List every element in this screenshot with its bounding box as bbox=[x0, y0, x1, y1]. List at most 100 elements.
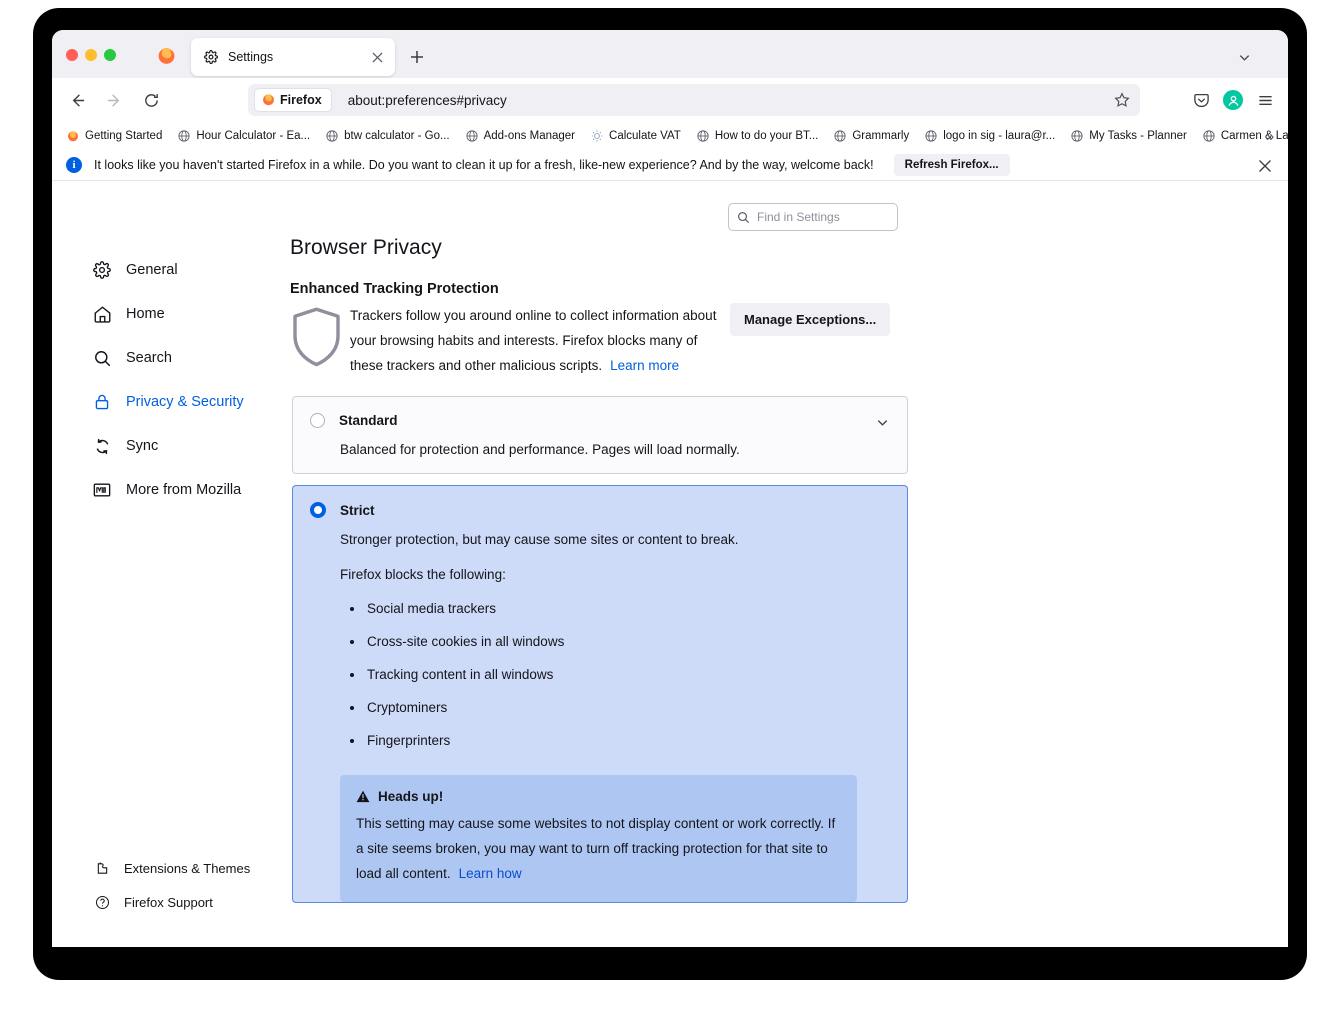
sidebar-item-firefox-support[interactable]: Firefox Support bbox=[52, 887, 290, 917]
browser-window: Settings bbox=[52, 30, 1288, 947]
firefox-icon bbox=[262, 93, 275, 108]
tab-strip: Settings bbox=[52, 30, 1288, 78]
reload-button[interactable] bbox=[136, 85, 166, 115]
learn-how-link[interactable]: Learn how bbox=[459, 866, 522, 881]
list-item-label: Fingerprinters bbox=[367, 733, 450, 748]
back-button[interactable] bbox=[62, 85, 92, 115]
globe-icon bbox=[177, 129, 191, 143]
sidebar-footer: Extensions & Themes Firefox Support bbox=[52, 853, 290, 921]
browser-tab-settings[interactable]: Settings bbox=[191, 38, 395, 76]
question-icon bbox=[94, 894, 111, 911]
heads-up-callout: Heads up! This setting may cause some we… bbox=[340, 775, 857, 902]
radio-standard[interactable] bbox=[310, 413, 325, 428]
learn-more-link[interactable]: Learn more bbox=[610, 358, 679, 373]
url-bar[interactable]: Firefox about:preferences#privacy bbox=[248, 84, 1140, 116]
bookmark-item[interactable]: How to do your BT... bbox=[692, 126, 823, 146]
globe-icon bbox=[1202, 129, 1216, 143]
bookmark-label: btw calculator - Go... bbox=[344, 130, 449, 142]
notification-message: It looks like you haven't started Firefo… bbox=[94, 158, 874, 172]
bookmark-item[interactable]: logo in sig - laura@r... bbox=[920, 126, 1059, 146]
gear-icon bbox=[203, 49, 219, 65]
settings-page: General Home Search bbox=[52, 181, 1288, 945]
search-input[interactable] bbox=[757, 210, 877, 224]
tracking-protection-options: Standard Balanced for protection and per… bbox=[292, 396, 908, 903]
bookmark-item[interactable]: Add-ons Manager bbox=[461, 126, 579, 146]
bookmark-label: My Tasks - Planner bbox=[1089, 130, 1187, 142]
blocked-items-list: Social media trackers Cross-site cookies… bbox=[340, 592, 889, 757]
list-item-label: Social media trackers bbox=[367, 601, 496, 616]
list-item-label: Tracking content in all windows bbox=[367, 667, 553, 682]
globe-icon bbox=[924, 129, 938, 143]
gear-icon bbox=[92, 260, 112, 280]
option-card-strict[interactable]: Strict Stronger protection, but may caus… bbox=[292, 485, 908, 903]
search-input-container[interactable] bbox=[728, 203, 898, 231]
bookmark-item[interactable]: Grammarly bbox=[829, 126, 913, 146]
sidebar-item-more-from-mozilla[interactable]: More from Mozilla bbox=[52, 473, 290, 507]
bullet-icon bbox=[350, 706, 354, 710]
search-icon bbox=[737, 211, 750, 224]
sidebar-item-search[interactable]: Search bbox=[52, 341, 290, 375]
bookmark-item[interactable]: Calculate VAT bbox=[586, 126, 685, 146]
page-title: Browser Privacy bbox=[290, 236, 442, 260]
account-avatar[interactable] bbox=[1218, 85, 1248, 115]
option-card-standard[interactable]: Standard Balanced for protection and per… bbox=[292, 396, 908, 474]
bookmark-star-icon[interactable] bbox=[1107, 86, 1137, 114]
close-icon[interactable] bbox=[1256, 157, 1274, 175]
globe-icon bbox=[465, 129, 479, 143]
settings-main-content: Browser Privacy Enhanced Tracking Protec… bbox=[290, 181, 1288, 945]
identity-chip[interactable]: Firefox bbox=[254, 88, 332, 112]
bookmark-item[interactable]: btw calculator - Go... bbox=[321, 126, 453, 146]
settings-sidebar: General Home Search bbox=[52, 181, 290, 945]
sidebar-item-label: Home bbox=[126, 306, 165, 322]
search-icon bbox=[92, 348, 112, 368]
window-minimize-button[interactable] bbox=[85, 49, 97, 61]
bookmarks-toolbar: Getting Started Hour Calculator - Ea... … bbox=[52, 122, 1288, 149]
sidebar-item-home[interactable]: Home bbox=[52, 297, 290, 331]
option-title: Strict bbox=[340, 503, 375, 518]
shield-icon bbox=[290, 303, 350, 378]
chevron-down-icon[interactable] bbox=[1232, 45, 1256, 69]
refresh-firefox-button[interactable]: Refresh Firefox... bbox=[894, 154, 1010, 176]
sidebar-item-extensions-themes[interactable]: Extensions & Themes bbox=[52, 853, 290, 883]
manage-exceptions-button[interactable]: Manage Exceptions... bbox=[730, 303, 890, 336]
globe-icon bbox=[1070, 129, 1084, 143]
chevron-down-icon[interactable] bbox=[876, 416, 889, 434]
heads-up-header: Heads up! bbox=[356, 789, 841, 804]
firefox-icon bbox=[66, 129, 80, 143]
option-description: Balanced for protection and performance.… bbox=[340, 442, 889, 457]
warning-icon bbox=[356, 790, 370, 803]
window-close-button[interactable] bbox=[66, 49, 78, 61]
bookmark-item[interactable]: Getting Started bbox=[62, 126, 166, 146]
url-text: about:preferences#privacy bbox=[348, 93, 1107, 108]
find-in-settings-wrapper bbox=[728, 203, 898, 231]
sidebar-item-label: More from Mozilla bbox=[126, 482, 241, 498]
bookmark-label: How to do your BT... bbox=[715, 130, 819, 142]
bullet-icon bbox=[350, 739, 354, 743]
bookmark-item[interactable]: My Tasks - Planner bbox=[1066, 126, 1191, 146]
tab-title: Settings bbox=[228, 50, 366, 64]
option-standard-header: Standard bbox=[310, 413, 889, 428]
bookmark-label: Hour Calculator - Ea... bbox=[196, 130, 310, 142]
app-menu-button[interactable] bbox=[1250, 85, 1280, 115]
bookmark-label: Calculate VAT bbox=[609, 130, 681, 142]
close-icon[interactable] bbox=[366, 46, 388, 68]
option-description: Stronger protection, but may cause some … bbox=[340, 532, 889, 547]
radio-strict[interactable] bbox=[310, 502, 326, 518]
bookmark-item[interactable]: Hour Calculator - Ea... bbox=[173, 126, 314, 146]
list-item-label: Cross-site cookies in all windows bbox=[367, 634, 564, 649]
avatar bbox=[1223, 90, 1243, 110]
sidebar-item-general[interactable]: General bbox=[52, 253, 290, 287]
option-strict-header: Strict bbox=[310, 502, 889, 518]
list-item: Fingerprinters bbox=[340, 724, 889, 757]
mozilla-icon bbox=[92, 480, 112, 500]
sidebar-item-sync[interactable]: Sync bbox=[52, 429, 290, 463]
sidebar-item-privacy-security[interactable]: Privacy & Security bbox=[52, 385, 290, 419]
forward-button[interactable] bbox=[99, 85, 129, 115]
new-tab-button[interactable] bbox=[404, 44, 430, 70]
bookmark-label: Grammarly bbox=[852, 130, 909, 142]
option-title: Standard bbox=[339, 413, 398, 428]
window-zoom-button[interactable] bbox=[104, 49, 116, 61]
bookmarks-overflow-icon[interactable]: » bbox=[1260, 126, 1280, 146]
pocket-icon[interactable] bbox=[1186, 85, 1216, 115]
identity-chip-label: Firefox bbox=[280, 93, 322, 107]
